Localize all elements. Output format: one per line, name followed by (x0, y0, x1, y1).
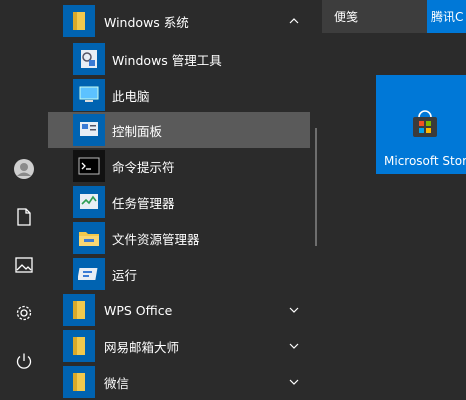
terminal-icon (78, 157, 100, 175)
app-tile (73, 79, 105, 111)
documents-button[interactable] (0, 193, 48, 241)
tile-label: Microsoft Store (384, 154, 466, 168)
settings-icon (16, 305, 32, 321)
tiles-area: 便笺 腾讯C Microsoft Store (322, 0, 466, 387)
left-rail (0, 0, 48, 387)
app-tile (73, 186, 105, 218)
chevron-up-icon (288, 15, 300, 27)
app-tile (73, 150, 105, 182)
app-label: 此电脑 (112, 88, 150, 104)
tile-microsoft-store[interactable]: Microsoft Store (376, 75, 466, 174)
store-bag-icon (413, 110, 437, 137)
app-control-panel[interactable]: 控制面板 (48, 112, 310, 148)
tile-tencent[interactable]: 腾讯C (427, 0, 466, 33)
app-tile (73, 43, 105, 75)
folder-tile (63, 330, 95, 362)
folder-label: 网易邮箱大师 (104, 339, 180, 355)
app-label: 控制面板 (112, 123, 163, 139)
folder-label: WPS Office (104, 302, 173, 318)
admin-tools-icon (81, 50, 97, 68)
app-tile (73, 222, 105, 254)
folder-tile (63, 5, 95, 37)
tile-label: 便笺 (334, 10, 359, 24)
pictures-icon (15, 257, 33, 273)
chevron-down-icon (288, 376, 300, 388)
folder-windows-system[interactable]: Windows 系统 (48, 3, 310, 39)
chevron-down-icon (288, 304, 300, 316)
app-label: 任务管理器 (112, 195, 175, 211)
tile-bianjian[interactable]: 便笺 (322, 0, 434, 33)
folder-tile (63, 366, 95, 398)
folder-label: 微信 (104, 375, 130, 391)
app-task-manager[interactable]: 任务管理器 (48, 184, 310, 220)
power-button[interactable] (0, 337, 48, 385)
folder-netease-mail[interactable]: 网易邮箱大师 (48, 328, 310, 364)
folder-icon (73, 337, 85, 355)
folder-label: Windows 系统 (104, 14, 189, 30)
settings-button[interactable] (0, 289, 48, 337)
task-manager-icon (80, 194, 98, 209)
avatar (14, 159, 34, 179)
folder-icon (73, 301, 85, 319)
app-tile (73, 258, 105, 290)
tile-label: 腾讯C (431, 10, 464, 24)
folder-icon (73, 12, 85, 30)
app-this-pc[interactable]: 此电脑 (48, 77, 310, 113)
computer-icon (79, 86, 99, 102)
folder-tile (63, 294, 95, 326)
app-file-explorer[interactable]: 文件资源管理器 (48, 220, 310, 256)
documents-icon (17, 208, 31, 226)
app-list-scrollbar[interactable] (315, 128, 317, 246)
app-list: Windows 系统 Windows 管理工具 此电脑 控制面板 命令提示符 任… (48, 0, 310, 398)
user-avatar-button[interactable] (0, 145, 48, 193)
file-explorer-icon (79, 232, 99, 246)
app-tile (73, 114, 105, 146)
power-icon (16, 353, 32, 369)
app-label: Windows 管理工具 (112, 52, 222, 68)
app-label: 命令提示符 (112, 159, 175, 175)
app-run[interactable]: 运行 (48, 256, 310, 292)
control-panel-icon (80, 122, 98, 136)
folder-icon (73, 373, 85, 391)
folder-wechat[interactable]: 微信 (48, 364, 310, 400)
app-label: 文件资源管理器 (112, 231, 200, 247)
app-label: 运行 (112, 267, 138, 283)
run-icon (78, 268, 98, 280)
pictures-button[interactable] (0, 241, 48, 289)
app-command-prompt[interactable]: 命令提示符 (48, 148, 310, 184)
folder-wps-office[interactable]: WPS Office (48, 292, 310, 328)
app-windows-admin-tools[interactable]: Windows 管理工具 (48, 41, 310, 77)
chevron-down-icon (288, 340, 300, 352)
